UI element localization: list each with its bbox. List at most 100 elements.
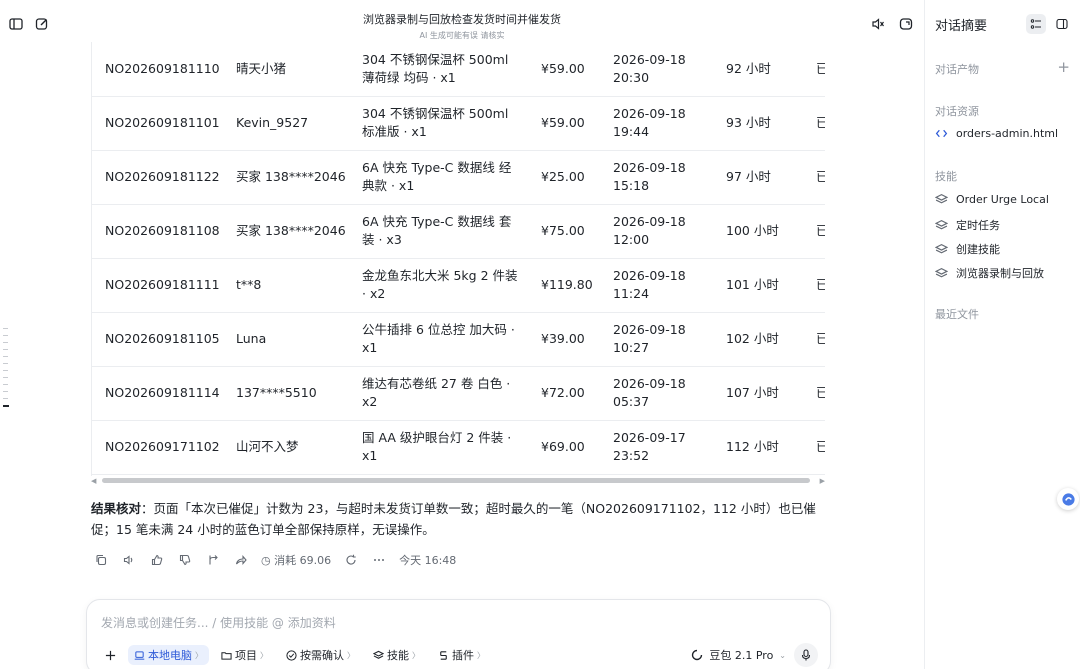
panel-toggle-icon[interactable] bbox=[1052, 14, 1072, 34]
composer-input[interactable]: 发消息或创建任务... / 使用技能 @ 添加资料 bbox=[101, 614, 336, 631]
skill-label: 创建技能 bbox=[956, 243, 1000, 256]
branch-icon[interactable] bbox=[205, 552, 221, 568]
skill-label: Order Urge Local bbox=[956, 193, 1049, 206]
resources-section-label: 对话资源 bbox=[935, 105, 979, 118]
microphone-button[interactable] bbox=[794, 643, 818, 667]
conversation-title[interactable]: 浏览器录制与回放检查发货时间并催发货 bbox=[0, 11, 924, 27]
add-attachment-button[interactable] bbox=[99, 648, 122, 663]
conversation-title-block: 浏览器录制与回放检查发货时间并催发货 AI 生成可能有误 请核实 bbox=[0, 11, 924, 41]
amount-cell: ¥75.00 bbox=[528, 204, 600, 259]
buyer-cell: 晴天小猪 bbox=[223, 42, 349, 97]
share-icon[interactable] bbox=[233, 552, 249, 568]
scroll-left-arrow-icon[interactable]: ◀ bbox=[91, 477, 96, 485]
assistant-float-icon[interactable] bbox=[1057, 488, 1079, 510]
amount-cell: ¥59.00 bbox=[528, 42, 600, 97]
goods-cell: 304 不锈钢保温杯 500ml 标准版 · x1 bbox=[349, 96, 528, 151]
mute-icon[interactable] bbox=[870, 16, 886, 32]
resource-file-item[interactable]: orders-admin.html bbox=[935, 127, 1058, 140]
message-scroll-rail[interactable] bbox=[3, 328, 9, 413]
order-id-cell: NO202609181122 bbox=[92, 150, 223, 205]
amount-cell: ¥59.00 bbox=[528, 96, 600, 151]
order-time-cell: 2026-09-18 20:30 bbox=[600, 42, 713, 97]
buyer-cell: 137****5510 bbox=[223, 366, 349, 421]
model-selector[interactable]: 豆包 2.1 Pro ⌄ bbox=[691, 647, 786, 663]
goods-cell: 304 不锈钢保温杯 500ml 薄荷绿 均码 · x1 bbox=[349, 42, 528, 97]
goods-cell: 国 AA 级护眼台灯 2 件装 · x1 bbox=[349, 420, 528, 475]
top-bar-right-tools bbox=[870, 16, 914, 32]
composer-toolbar: 本地电脑〉 项目〉 按需确认〉 技能〉 插件〉 豆包 2.1 Pro ⌄ bbox=[99, 643, 818, 667]
overdue-cell: 97 小时 bbox=[713, 150, 803, 205]
result-text: ：页面「本次已催促」计数为 23，与超时未发货订单数一致；超时最久的一笔（NO2… bbox=[91, 501, 816, 537]
skills-chip-label: 技能 bbox=[387, 649, 409, 662]
order-id-cell: NO202609181108 bbox=[92, 204, 223, 259]
status-cell: 已 bbox=[803, 366, 825, 421]
code-icon bbox=[935, 129, 948, 138]
skill-item[interactable]: 浏览器录制与回放 bbox=[935, 265, 1044, 281]
resource-file-name: orders-admin.html bbox=[956, 127, 1059, 140]
skill-item[interactable]: 定时任务 bbox=[935, 217, 1000, 233]
thumbs-up-icon[interactable] bbox=[149, 552, 165, 568]
table-row: NO202609181114 137****5510 维达有芯卷纸 27 卷 白… bbox=[92, 366, 825, 421]
copy-icon[interactable] bbox=[93, 552, 109, 568]
table-row: NO202609181122 买家 138****2046 6A 快充 Type… bbox=[92, 150, 825, 205]
overdue-cell: 107 小时 bbox=[713, 366, 803, 421]
project-chip[interactable]: 项目〉 bbox=[215, 645, 274, 665]
clock-icon: ◷ bbox=[261, 554, 271, 567]
outputs-section-label[interactable]: 对话产物 bbox=[935, 61, 979, 77]
loading-spinner-icon bbox=[692, 649, 703, 661]
goods-cell: 金龙鱼东北大米 5kg 2 件装 · x2 bbox=[349, 258, 528, 313]
list-view-icon[interactable] bbox=[1026, 14, 1046, 34]
layers-icon bbox=[935, 193, 948, 204]
top-bar: 浏览器录制与回放检查发货时间并催发货 AI 生成可能有误 请核实 bbox=[0, 0, 924, 48]
project-chip-label: 项目 bbox=[235, 649, 257, 662]
scroll-right-arrow-icon[interactable]: ▶ bbox=[820, 477, 825, 485]
chevron-right-icon: 〉 bbox=[195, 650, 203, 660]
message-timestamp: 今天 16:48 bbox=[399, 554, 457, 567]
table-row: NO202609181105 Luna 公牛插排 6 位总控 加大码 · x1 … bbox=[92, 312, 825, 367]
chevron-down-icon: ⌄ bbox=[779, 650, 786, 660]
chevron-right-icon: 〉 bbox=[412, 650, 420, 660]
microphone-icon bbox=[801, 649, 811, 661]
amount-cell: ¥25.00 bbox=[528, 150, 600, 205]
skills-chip[interactable]: 技能〉 bbox=[367, 645, 426, 665]
status-cell: 已 bbox=[803, 204, 825, 259]
skills-section-label: 技能 bbox=[935, 170, 957, 183]
model-name: 豆包 2.1 Pro bbox=[709, 649, 774, 662]
regenerate-icon[interactable] bbox=[343, 552, 359, 568]
order-id-cell: NO202609171102 bbox=[92, 420, 223, 475]
order-time-cell: 2026-09-18 12:00 bbox=[600, 204, 713, 259]
order-id-cell: NO202609181101 bbox=[92, 96, 223, 151]
message-composer: 发消息或创建任务... / 使用技能 @ 添加资料 本地电脑〉 项目〉 按需确认… bbox=[86, 599, 831, 669]
overdue-cell: 92 小时 bbox=[713, 42, 803, 97]
computer-chip[interactable]: 本地电脑〉 bbox=[128, 645, 209, 665]
confirm-mode-chip[interactable]: 按需确认〉 bbox=[280, 645, 361, 665]
scrollbar-thumb[interactable] bbox=[102, 478, 810, 483]
goods-cell: 6A 快充 Type-C 数据线 套装 · x3 bbox=[349, 204, 528, 259]
overdue-cell: 112 小时 bbox=[713, 420, 803, 475]
usage-meta: ◷ 消耗 69.06 bbox=[261, 552, 331, 568]
skill-item[interactable]: Order Urge Local bbox=[935, 193, 1049, 206]
add-output-icon[interactable]: + bbox=[1057, 58, 1070, 76]
overdue-cell: 100 小时 bbox=[713, 204, 803, 259]
table-horizontal-scrollbar[interactable]: ◀ ▶ bbox=[91, 476, 825, 486]
skill-item[interactable]: 创建技能 bbox=[935, 241, 1000, 257]
layers-icon bbox=[935, 219, 948, 229]
buyer-cell: 买家 138****2046 bbox=[223, 204, 349, 259]
buyer-cell: 山河不入梦 bbox=[223, 420, 349, 475]
result-summary: 结果核对：页面「本次已催促」计数为 23，与超时未发货订单数一致；超时最久的一笔… bbox=[91, 498, 821, 540]
read-aloud-icon[interactable] bbox=[121, 552, 137, 568]
recent-files-section-label[interactable]: 最近文件 bbox=[935, 306, 979, 322]
more-icon[interactable] bbox=[371, 552, 387, 568]
layers-icon bbox=[935, 267, 948, 277]
computer-chip-label: 本地电脑 bbox=[148, 649, 192, 662]
order-id-cell: NO202609181114 bbox=[92, 366, 223, 421]
thumbs-down-icon[interactable] bbox=[177, 552, 193, 568]
panel-tools bbox=[1026, 14, 1072, 34]
overdue-cell: 102 小时 bbox=[713, 312, 803, 367]
amount-cell: ¥69.00 bbox=[528, 420, 600, 475]
plugins-chip[interactable]: 插件〉 bbox=[432, 645, 491, 665]
orders-table: NO202609181110 晴天小猪 304 不锈钢保温杯 500ml 薄荷绿… bbox=[92, 42, 825, 475]
status-cell: 已 bbox=[803, 150, 825, 205]
share-window-icon[interactable] bbox=[898, 16, 914, 32]
table-row: NO202609181101 Kevin_9527 304 不锈钢保温杯 500… bbox=[92, 96, 825, 151]
